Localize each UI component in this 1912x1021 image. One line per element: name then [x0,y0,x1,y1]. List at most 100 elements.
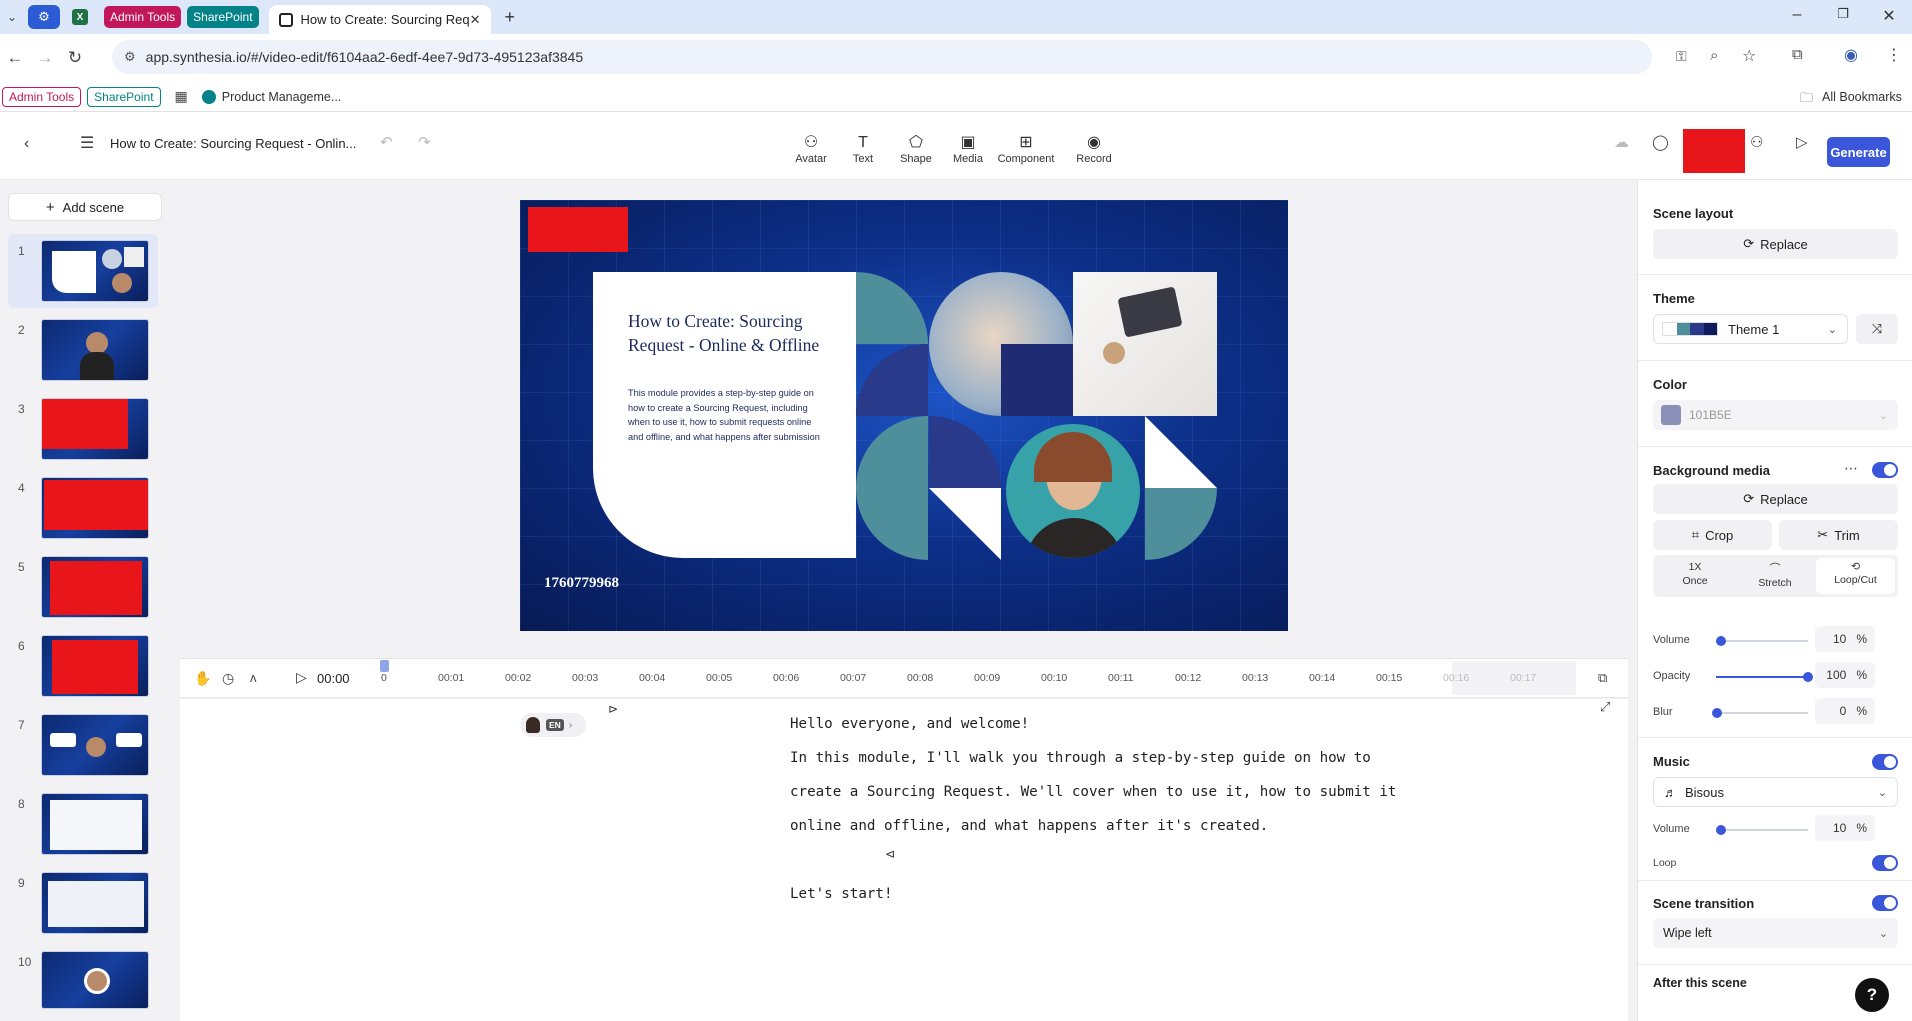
tool-media[interactable]: ▣ Media [938,133,998,165]
clock-icon[interactable]: ◷ [222,670,234,687]
tool-shape[interactable]: ⬠ Shape [886,133,946,165]
blur-value[interactable]: 0% [1815,698,1875,724]
shuffle-theme-button[interactable]: ⤨ [1856,314,1898,344]
timeline-options-icon[interactable]: ⧉ [1598,670,1607,686]
comment-icon[interactable]: ◯ [1652,133,1669,151]
close-window-icon[interactable]: ✕ [1874,6,1904,26]
scene-thumb-8[interactable]: 8 [8,787,158,861]
slide-number[interactable]: 1760779968 [544,575,619,592]
scene-thumb-9[interactable]: 9 [8,866,158,940]
color-input[interactable]: 101B5E ⌄ [1653,400,1898,430]
help-button[interactable]: ? [1855,978,1889,1012]
music-volume-slider-track[interactable] [1720,829,1808,831]
tool-component[interactable]: ⊞ Component [996,133,1056,165]
tool-record[interactable]: ◉ Record [1064,133,1124,165]
password-key-icon[interactable]: ⚿ [1676,48,1687,65]
back-icon[interactable]: ← [0,48,30,68]
add-scene-button[interactable]: + Add scene [8,193,162,221]
tool-text[interactable]: T Text [833,133,893,165]
scene-thumb-5[interactable]: 5 [8,550,158,624]
address-bar[interactable]: ⚙ app.synthesia.io/#/video-edit/f6104aa2… [112,40,1652,74]
expand-icon[interactable]: ⤢ [1600,699,1610,715]
profile-icon[interactable]: ◉ [1844,45,1858,65]
avatar-circle[interactable] [1006,424,1140,558]
tab-admin-tools[interactable]: Admin Tools [104,6,182,28]
slide-title[interactable]: How to Create: Sourcing Request - Online… [628,309,828,357]
redo-icon[interactable]: ↷ [418,133,431,151]
extensions-icon[interactable]: ⧉ [1792,46,1803,63]
play-icon[interactable]: ▷ [296,669,307,686]
hand-tool-icon[interactable]: ✋ [194,670,211,687]
zoom-icon[interactable]: ⌕ [1710,47,1718,64]
script-line[interactable]: In this module, I'll walk you through a … [790,750,1371,766]
theme-select[interactable]: Theme 1 ⌄ [1653,314,1848,344]
background-replace-button[interactable]: ⟳ Replace [1653,484,1898,514]
scene-thumb-10[interactable]: 10 [8,945,158,1019]
generate-button[interactable]: Generate [1827,137,1890,167]
slide-canvas[interactable]: How to Create: Sourcing Request - Online… [520,200,1288,631]
more-options-icon[interactable]: ⋯ [1844,460,1858,477]
new-tab-icon[interactable]: + [505,7,516,28]
script-line[interactable]: online and offline, and what happens aft… [790,818,1268,834]
trim-button[interactable]: ✂ Trim [1779,520,1898,550]
volume-value[interactable]: 10% [1815,626,1875,652]
scene-thumb-4[interactable]: 4 [8,471,158,545]
tab-active[interactable]: How to Create: Sourcing Reque ✕ [268,5,491,34]
forward-icon[interactable]: → [30,48,60,68]
script-line[interactable]: Let's start! [790,886,893,902]
sync-icon[interactable]: ☁ [1614,133,1629,151]
tab-search-chevron-icon[interactable]: ⌄ [0,10,24,24]
video-title[interactable]: How to Create: Sourcing Request - Onlin.… [110,136,356,151]
scene-thumb-6[interactable]: 6 [8,629,158,703]
preview-play-icon[interactable]: ▷ [1796,133,1808,151]
close-tab-icon[interactable]: ✕ [470,12,481,28]
playhead[interactable] [380,660,389,672]
scene-thumb-2[interactable]: 2 [8,313,158,387]
slide-body[interactable]: This module provides a step-by-step guid… [628,386,828,444]
volume-slider-knob[interactable] [1716,636,1726,646]
playback-stretch[interactable]: ⌒ Stretch [1736,558,1814,594]
music-track-select[interactable]: ♬ Bisous ⌄ [1653,777,1898,807]
volume-slider-track[interactable] [1720,640,1808,642]
back-chevron-icon[interactable]: ‹ [24,135,29,153]
hamburger-menu-icon[interactable]: ☰ [80,133,94,153]
collaborators-icon[interactable]: ⚇ [1750,133,1763,151]
bookmark-sharepoint[interactable]: SharePoint [87,86,161,107]
music-volume-value[interactable]: 10% [1815,815,1875,841]
transition-select[interactable]: Wipe left ⌄ [1653,918,1898,948]
background-media-toggle[interactable] [1872,462,1898,478]
script-line[interactable]: create a Sourcing Request. We'll cover w… [790,784,1396,800]
tab-sharepoint[interactable]: SharePoint [187,6,259,28]
bookmark-star-icon[interactable]: ☆ [1742,46,1756,66]
music-toggle[interactable] [1872,754,1898,770]
scene-thumb-3[interactable]: 3 [8,392,158,466]
bookmark-admin-tools[interactable]: Admin Tools [2,86,82,107]
scene-transition-toggle[interactable] [1872,895,1898,911]
all-bookmarks[interactable]: All Bookmarks [1822,90,1902,104]
bookmark-product-management[interactable]: Product Manageme... [222,90,342,104]
script-line[interactable]: Hello everyone, and welcome! [790,716,1029,732]
pinned-tab-excel[interactable]: X [68,5,92,29]
voice-icon[interactable]: ʌ [250,670,257,685]
tool-avatar[interactable]: ⚇ Avatar [781,133,841,165]
scene-thumb-1[interactable]: 1 [8,234,158,308]
opacity-value[interactable]: 100% [1815,662,1875,688]
opacity-slider-fill[interactable] [1716,676,1808,678]
reload-icon[interactable]: ↻ [60,48,90,68]
undo-icon[interactable]: ↶ [380,133,393,151]
crop-button[interactable]: ⌗ Crop [1653,520,1772,550]
avatar-voice-chip[interactable]: EN › [520,713,586,737]
restore-icon[interactable]: ❐ [1828,6,1858,22]
site-settings-icon[interactable]: ⚙ [124,49,136,65]
music-volume-slider-knob[interactable] [1716,825,1726,835]
loop-toggle[interactable] [1872,855,1898,871]
playback-once[interactable]: 1X Once [1656,558,1734,594]
pause-marker-icon[interactable]: ⊲ [885,847,895,861]
blur-slider-knob[interactable] [1712,708,1722,718]
playback-loop-cut[interactable]: ⟲ Loop/Cut [1816,558,1895,594]
apps-grid-icon[interactable]: ▦ [175,88,188,105]
scene-layout-replace-button[interactable]: ⟳ Replace [1653,229,1898,259]
menu-kebab-icon[interactable]: ⋮ [1886,45,1902,65]
blur-slider-track[interactable] [1716,712,1808,714]
minimize-icon[interactable]: – [1782,6,1812,24]
